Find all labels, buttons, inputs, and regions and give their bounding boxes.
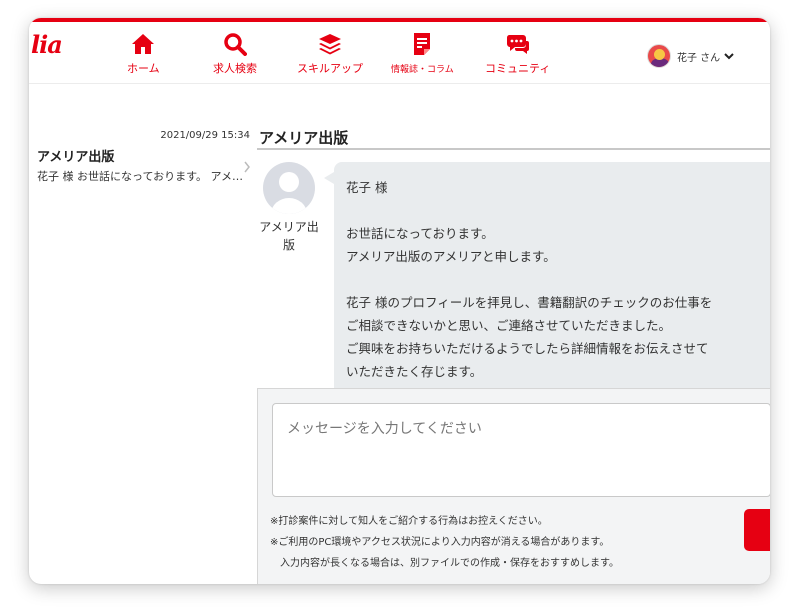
app-window: lia ホーム 求人検索 スキルアップ 情報誌・コラム コミュニティ 花子 さん — [29, 18, 770, 584]
nav-magazine-column-label: 情報誌・コラム — [391, 65, 454, 75]
nav-skill-up-label: スキルアップ — [297, 62, 363, 75]
search-icon — [224, 33, 247, 56]
nav-community[interactable]: コミュニティ — [485, 32, 550, 76]
nav-home[interactable]: ホーム — [127, 32, 160, 76]
send-button[interactable] — [744, 509, 770, 551]
nav-job-search-label: 求人検索 — [213, 62, 257, 75]
compose-note: ※ご利用のPC環境やアクセス状況により入力内容が消える場合があります。 — [270, 537, 610, 548]
message-input[interactable] — [272, 403, 770, 497]
brand-logo[interactable]: lia — [31, 30, 63, 59]
nav-magazine-column[interactable]: 情報誌・コラム — [391, 32, 454, 75]
thread-list-item[interactable]: 2021/09/29 15:34 アメリア出版 花子 様 お世話になっております… — [29, 128, 258, 183]
sender-avatar — [263, 162, 315, 214]
message-text: 花子 様 お世話になっております。 アメリア出版のアメリアと申します。 花子 様… — [346, 180, 713, 379]
person-icon — [271, 172, 307, 214]
nav-skill-up[interactable]: スキルアップ — [297, 32, 363, 76]
thread-date: 2021/09/29 15:34 — [160, 130, 250, 141]
user-menu[interactable]: 花子 さん — [647, 44, 734, 68]
nav-home-label: ホーム — [127, 62, 160, 75]
document-icon — [414, 33, 431, 55]
compose-note: ※打診案件に対して知人をご紹介する行為はお控えください。 — [270, 516, 548, 527]
chevron-down-icon — [724, 53, 734, 60]
nav-community-label: コミュニティ — [485, 62, 551, 75]
home-icon — [132, 34, 155, 54]
compose-notes: ※打診案件に対して知人をご紹介する行為はお控えください。 ※ご利用のPC環境やア… — [270, 511, 730, 574]
compose-note: 入力内容が長くなる場合は、別ファイルでの作成・保存をおすすめします。 — [270, 558, 619, 569]
user-avatar — [647, 44, 671, 68]
thread-title: アメリア出版 — [37, 150, 115, 165]
user-name: 花子 さん — [677, 52, 721, 64]
conversation-divider — [257, 148, 770, 150]
layers-icon — [319, 34, 341, 55]
header: lia ホーム 求人検索 スキルアップ 情報誌・コラム コミュニティ 花子 さん — [29, 22, 770, 84]
sender-name: アメリア出版 — [259, 220, 319, 252]
message-bubble: 花子 様 お世話になっております。 アメリア出版のアメリアと申します。 花子 様… — [324, 162, 770, 392]
chat-icon — [506, 35, 529, 54]
nav-job-search[interactable]: 求人検索 — [213, 32, 257, 76]
compose-area: ※打診案件に対して知人をご紹介する行為はお控えください。 ※ご利用のPC環境やア… — [257, 388, 770, 584]
chevron-right-icon — [244, 161, 250, 173]
conversation-title: アメリア出版 — [259, 129, 349, 147]
thread-preview: 花子 様 お世話になっております。 アメリア出版のアメリアと申します。 — [37, 170, 249, 183]
